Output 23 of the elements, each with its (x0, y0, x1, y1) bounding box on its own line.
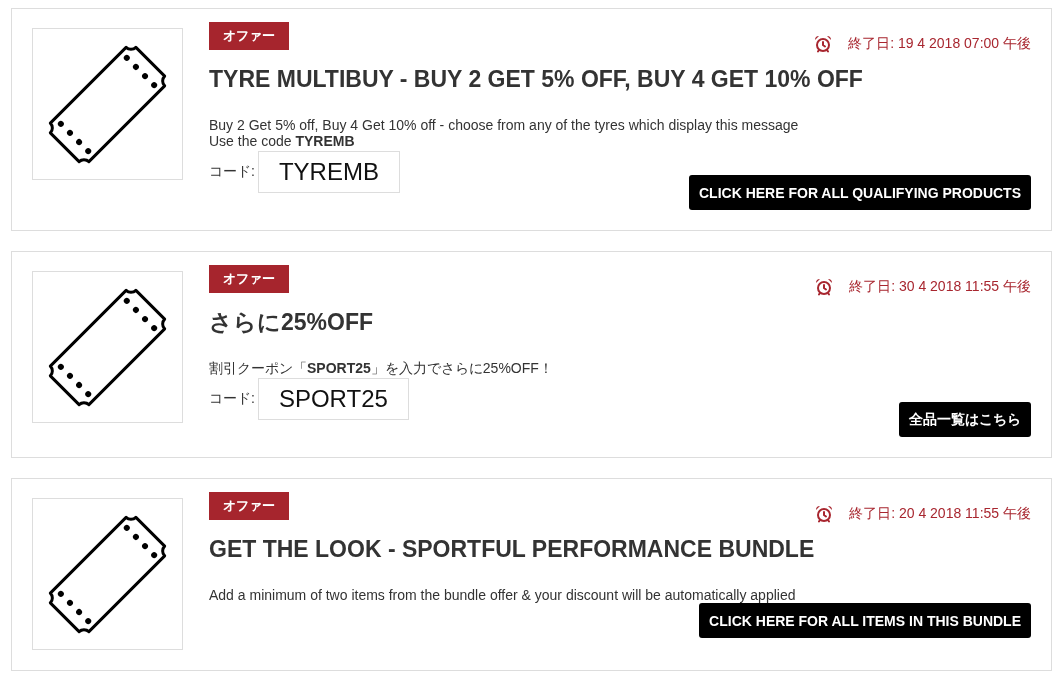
end-date: 終了日: 30 4 2018 11:55 午後 (849, 278, 1031, 296)
offer-title: さらに25%OFF (209, 308, 375, 337)
coupon-code-field[interactable]: TYREMB (257, 151, 400, 193)
coupon-code-field[interactable]: SPORT25 (257, 378, 409, 420)
offer-description: Use the code TYREMB (209, 133, 356, 149)
offer-badge: オファー (209, 265, 289, 293)
offer-description: Buy 2 Get 5% off, Buy 4 Get 10% off - choose from any of the tyres which display this message (209, 117, 800, 133)
offer-title: GET THE LOOK - SPORTFUL PERFORMANCE BUNDLE (209, 535, 816, 564)
offer-badge: オファー (209, 492, 289, 520)
offer-description: 割引クーポン「SPORT25」を入力でさらに25%OFF！ (209, 360, 554, 376)
code-label: コード: (209, 390, 255, 408)
alarm-clock-icon (814, 35, 833, 53)
offer-link-button[interactable]: CLICK HERE FOR ALL QUALIFYING PRODUCTS (689, 175, 1031, 210)
alarm-clock-icon (815, 505, 834, 523)
offer-description: Add a minimum of two items from the bundle offer & your discount will be automatically applied (209, 587, 797, 603)
alarm-clock-icon (815, 278, 834, 296)
end-date: 終了日: 20 4 2018 11:55 午後 (849, 505, 1031, 523)
offer-link-button[interactable]: CLICK HERE FOR ALL ITEMS IN THIS BUNDLE (699, 603, 1031, 638)
offer-link-button[interactable]: 全品一覧はこちら (899, 402, 1031, 437)
code-label: コード: (209, 163, 255, 181)
end-date: 終了日: 19 4 2018 07:00 午後 (848, 35, 1031, 53)
offer-badge: オファー (209, 22, 289, 50)
offer-title: TYRE MULTIBUY - BUY 2 GET 5% OFF, BUY 4 GET 10% OFF (209, 65, 864, 94)
